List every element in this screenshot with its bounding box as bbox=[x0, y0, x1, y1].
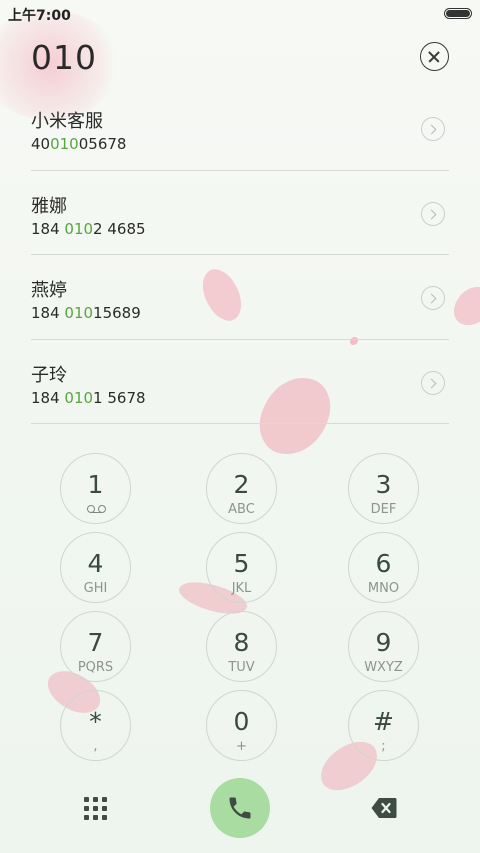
contact-name: 雅娜 bbox=[31, 195, 67, 217]
contact-number: 184 01015689 bbox=[31, 304, 141, 322]
dialed-number: 010 bbox=[31, 38, 97, 77]
number-match-highlight: 010 bbox=[50, 135, 79, 153]
key-digit: 7 bbox=[87, 628, 104, 657]
key-digit: 9 bbox=[375, 628, 392, 657]
key-digit: # bbox=[373, 707, 394, 736]
contact-result-row[interactable]: 雅娜 184 0102 4685 bbox=[31, 171, 449, 255]
key-digit: * bbox=[89, 707, 102, 736]
key-0[interactable]: 0 + bbox=[206, 690, 277, 761]
status-bar: 上午7:00 bbox=[0, 0, 480, 26]
number-match-highlight: 010 bbox=[64, 388, 94, 407]
key-5[interactable]: 5 JKL bbox=[206, 532, 277, 603]
number-match-highlight: 010 bbox=[64, 304, 94, 322]
key-hash[interactable]: # ; bbox=[348, 690, 419, 761]
phone-icon bbox=[229, 797, 251, 819]
backspace-icon bbox=[371, 798, 397, 818]
contact-name: 燕婷 bbox=[31, 280, 67, 301]
contact-number: 184 0101 5678 bbox=[31, 388, 146, 407]
key-digit: 4 bbox=[87, 549, 104, 578]
key-digit: 5 bbox=[233, 549, 250, 578]
key-letters: GHI bbox=[83, 581, 108, 596]
key-9[interactable]: 9 WXYZ bbox=[348, 611, 419, 682]
contact-detail-button[interactable] bbox=[421, 201, 445, 226]
call-button[interactable] bbox=[210, 778, 270, 838]
contact-result-row[interactable]: 燕婷 184 01015689 bbox=[31, 255, 449, 340]
backspace-button[interactable] bbox=[371, 797, 397, 819]
key-letters: PQRS bbox=[77, 660, 114, 675]
key-8[interactable]: 8 TUV bbox=[206, 611, 277, 682]
number-match-highlight: 010 bbox=[64, 219, 94, 238]
key-letters: MNO bbox=[367, 581, 400, 596]
contact-name: 子玲 bbox=[31, 364, 67, 386]
contact-result-row[interactable]: 子玲 184 0101 5678 bbox=[31, 340, 449, 424]
contact-name: 小米客服 bbox=[31, 111, 103, 132]
contact-detail-button[interactable] bbox=[421, 286, 445, 310]
contact-results: 小米客服 4001005678 雅娜 184 0102 4685 燕婷 184 … bbox=[31, 86, 449, 424]
key-7[interactable]: 7 PQRS bbox=[60, 611, 131, 682]
clear-button[interactable] bbox=[420, 42, 449, 71]
key-letters: , bbox=[93, 739, 98, 754]
key-letters: DEF bbox=[370, 502, 397, 517]
key-6[interactable]: 6 MNO bbox=[348, 532, 419, 603]
battery-icon bbox=[444, 8, 472, 19]
key-letters: WXYZ bbox=[364, 660, 403, 675]
key-letters: + bbox=[236, 739, 247, 754]
key-digit: 3 bbox=[375, 470, 392, 499]
key-letters: ABC bbox=[228, 502, 255, 517]
dialpad-toggle-button[interactable] bbox=[84, 797, 108, 821]
contact-detail-button[interactable] bbox=[421, 370, 445, 395]
voicemail-icon bbox=[87, 505, 106, 513]
contact-number: 4001005678 bbox=[31, 135, 127, 153]
key-digit: 1 bbox=[87, 470, 104, 499]
key-letters: ; bbox=[381, 739, 386, 754]
key-1[interactable]: 1 bbox=[60, 453, 131, 524]
key-digit: 8 bbox=[233, 628, 250, 657]
petal-decoration bbox=[448, 279, 480, 333]
contact-number: 184 0102 4685 bbox=[31, 219, 146, 238]
key-star[interactable]: * , bbox=[60, 690, 131, 761]
contact-detail-button[interactable] bbox=[421, 117, 445, 141]
key-3[interactable]: 3 DEF bbox=[348, 453, 419, 524]
contact-result-row[interactable]: 小米客服 4001005678 bbox=[31, 86, 449, 171]
key-4[interactable]: 4 GHI bbox=[60, 532, 131, 603]
key-digit: 2 bbox=[233, 470, 250, 499]
key-2[interactable]: 2 ABC bbox=[206, 453, 277, 524]
key-letters: JKL bbox=[231, 581, 252, 596]
key-digit: 0 bbox=[233, 707, 250, 736]
status-time: 上午7:00 bbox=[8, 8, 71, 24]
key-digit: 6 bbox=[375, 549, 392, 578]
key-letters: TUV bbox=[228, 660, 255, 675]
